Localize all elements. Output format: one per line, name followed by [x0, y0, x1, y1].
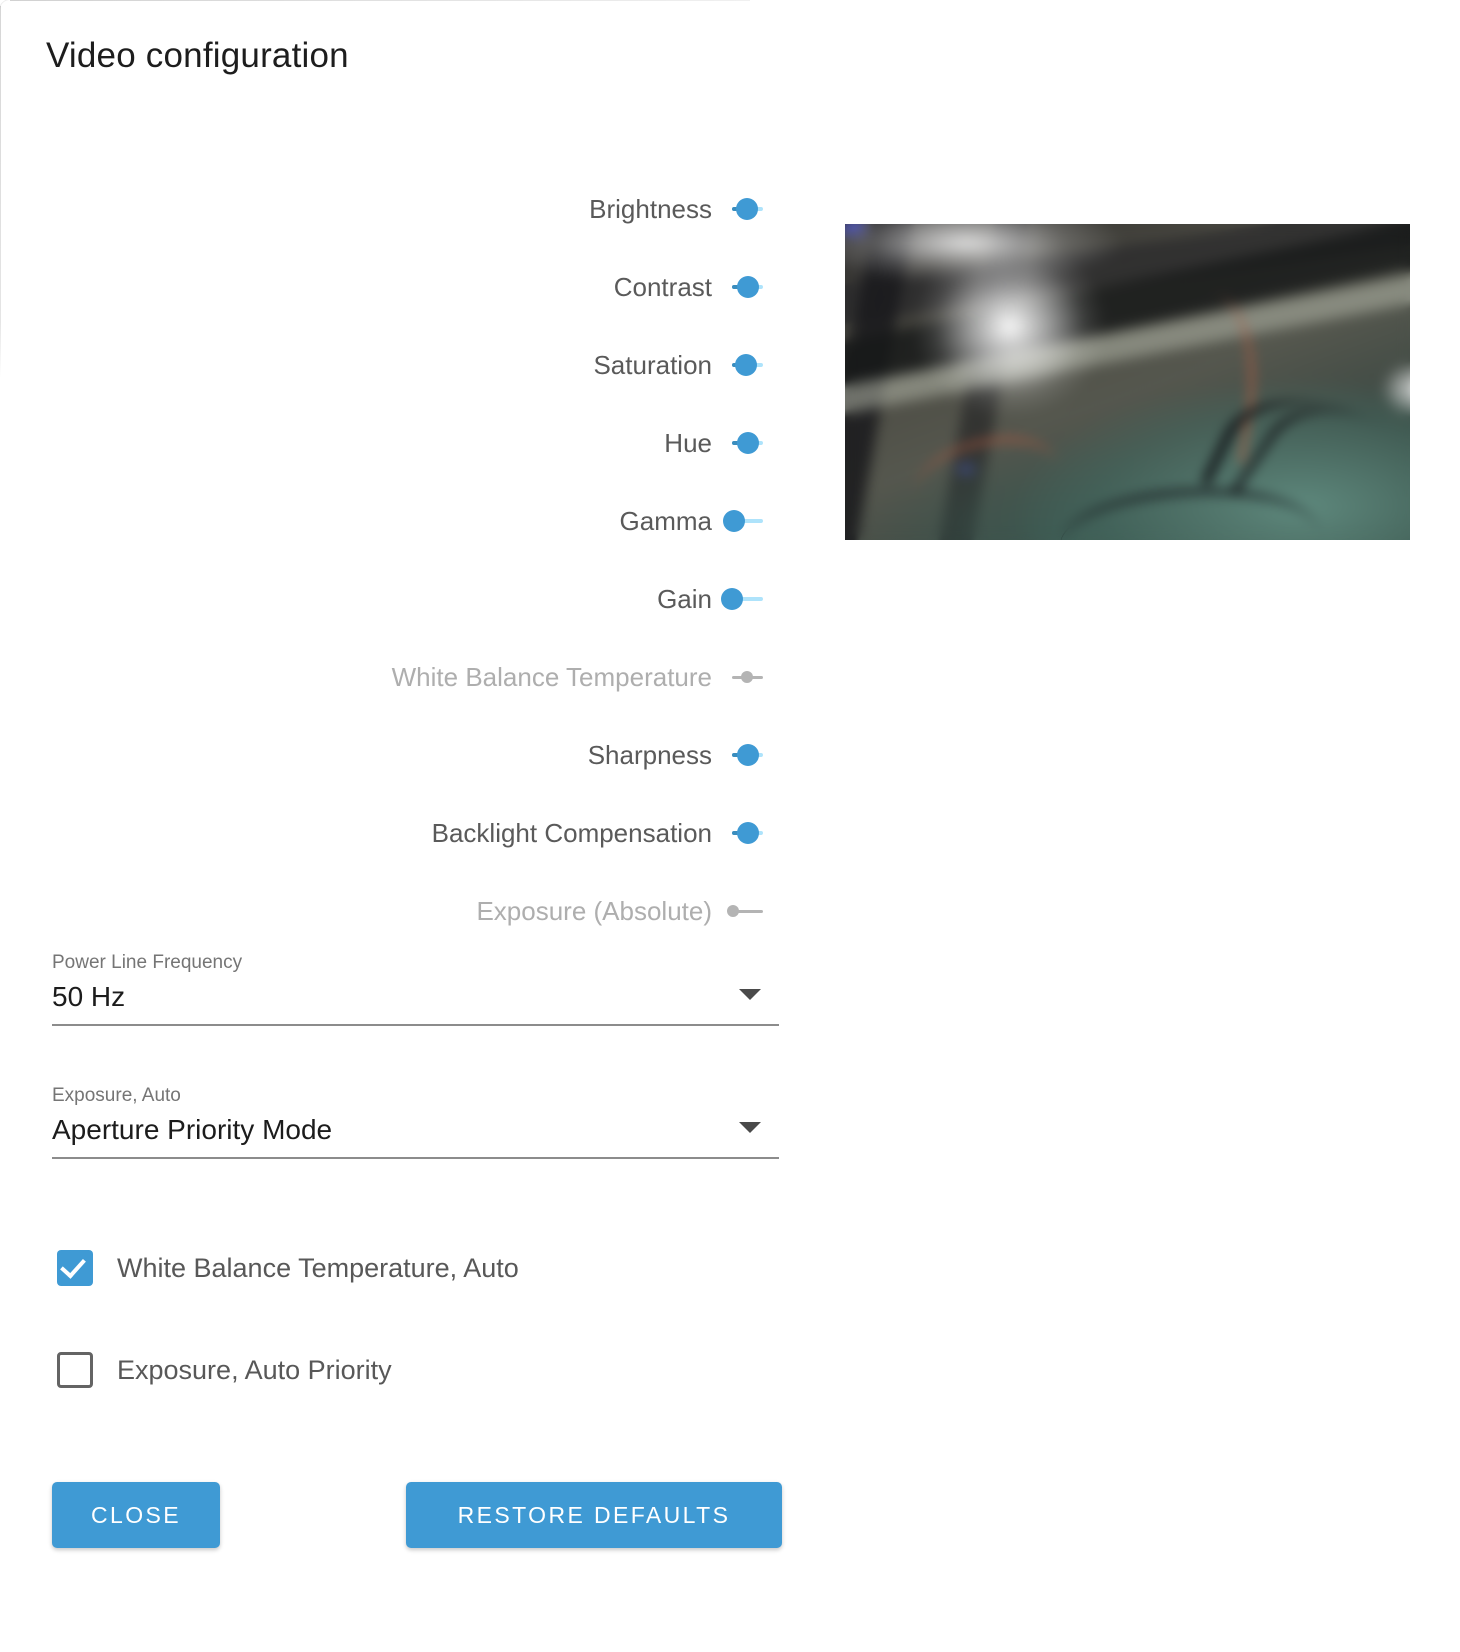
- video-preview: [845, 224, 1410, 540]
- slider-row[interactable]: Brightness: [0, 170, 800, 248]
- video-preview-blur: [845, 224, 1410, 540]
- select-power-line-frequency[interactable]: Power Line Frequency 50 Hz: [52, 952, 779, 1026]
- slider-thumb[interactable]: [736, 822, 759, 844]
- slider-row[interactable]: Exposure (Absolute): [0, 872, 800, 950]
- slider-track[interactable]: [732, 198, 763, 220]
- select-value: Aperture Priority Mode: [52, 1114, 333, 1145]
- slider-control[interactable]: [732, 350, 763, 380]
- checkbox-box[interactable]: [57, 1250, 93, 1286]
- slider-control[interactable]: [732, 428, 763, 458]
- slider-thumb[interactable]: [726, 905, 739, 917]
- slider-control[interactable]: [732, 818, 763, 848]
- slider-control[interactable]: [721, 584, 763, 614]
- slider-track[interactable]: [726, 905, 763, 917]
- slider-track[interactable]: [732, 822, 763, 844]
- slider-control[interactable]: [732, 662, 763, 692]
- select-value: 50 Hz: [52, 981, 126, 1012]
- slider-row[interactable]: White Balance Temperature: [0, 638, 800, 716]
- slider-thumb[interactable]: [736, 198, 759, 220]
- slider-track[interactable]: [732, 432, 763, 454]
- slider-row[interactable]: Sharpness: [0, 716, 800, 794]
- slider-label: Contrast: [613, 271, 712, 302]
- checkbox-box[interactable]: [57, 1352, 93, 1388]
- slider-label: Brightness: [589, 193, 712, 224]
- slider-label: Backlight Compensation: [431, 817, 712, 848]
- select-caption: Power Line Frequency: [52, 952, 243, 973]
- slider-thumb[interactable]: [734, 354, 757, 376]
- slider-label: Saturation: [593, 349, 712, 380]
- slider-control[interactable]: [732, 740, 763, 770]
- checkbox-label: White Balance Temperature, Auto: [117, 1252, 519, 1283]
- slider-label: Hue: [664, 427, 712, 458]
- slider-thumb[interactable]: [740, 671, 753, 683]
- slider-thumb[interactable]: [736, 276, 759, 298]
- chevron-down-icon[interactable]: [739, 989, 761, 1000]
- restore-defaults-button[interactable]: RESTORE DEFAULTS: [406, 1482, 782, 1548]
- page-title: Video configuration: [46, 36, 349, 75]
- checkbox-label: Exposure, Auto Priority: [117, 1354, 392, 1385]
- select-control[interactable]: Aperture Priority Mode: [52, 1114, 779, 1159]
- checkbox-white-balance-temperature-auto[interactable]: White Balance Temperature, Auto: [57, 1250, 519, 1286]
- slider-row[interactable]: Gamma: [0, 482, 800, 560]
- slider-row[interactable]: Hue: [0, 404, 800, 482]
- video-configuration-dialog: Video configuration Brightness Contrast Sa…: [0, 0, 1460, 1652]
- slider-thumb[interactable]: [736, 744, 759, 766]
- select-caption: Exposure, Auto: [52, 1085, 181, 1106]
- slider-label: Exposure (Absolute): [476, 895, 712, 926]
- slider-label: Sharpness: [587, 739, 712, 770]
- slider-row[interactable]: Backlight Compensation: [0, 794, 800, 872]
- chevron-down-icon[interactable]: [739, 1122, 761, 1133]
- slider-control[interactable]: [732, 194, 763, 224]
- slider-label: White Balance Temperature: [391, 661, 712, 692]
- slider-track[interactable]: [722, 510, 763, 532]
- slider-label: Gain: [657, 583, 712, 614]
- slider-thumb[interactable]: [722, 510, 745, 532]
- slider-control[interactable]: [722, 506, 763, 536]
- close-button[interactable]: CLOSE: [52, 1482, 220, 1548]
- slider-control[interactable]: [732, 272, 763, 302]
- checkbox-exposure-auto-priority[interactable]: Exposure, Auto Priority: [57, 1352, 392, 1388]
- slider-row[interactable]: Gain: [0, 560, 800, 638]
- check-icon: [60, 1252, 86, 1279]
- slider-track[interactable]: [732, 354, 763, 376]
- slider-list: Brightness Contrast Saturation Hue Gamma Gain…: [0, 170, 800, 950]
- slider-track[interactable]: [732, 671, 763, 683]
- slider-track[interactable]: [721, 588, 763, 610]
- slider-label: Gamma: [619, 505, 712, 536]
- select-control[interactable]: 50 Hz: [52, 981, 779, 1026]
- slider-thumb[interactable]: [721, 588, 743, 610]
- slider-control[interactable]: [726, 896, 763, 926]
- slider-thumb[interactable]: [736, 432, 759, 454]
- slider-track[interactable]: [732, 276, 763, 298]
- slider-row[interactable]: Contrast: [0, 248, 800, 326]
- select-exposure-auto[interactable]: Exposure, Auto Aperture Priority Mode: [52, 1085, 779, 1159]
- slider-track[interactable]: [732, 744, 763, 766]
- card-top-border: [10, 0, 750, 1]
- slider-row[interactable]: Saturation: [0, 326, 800, 404]
